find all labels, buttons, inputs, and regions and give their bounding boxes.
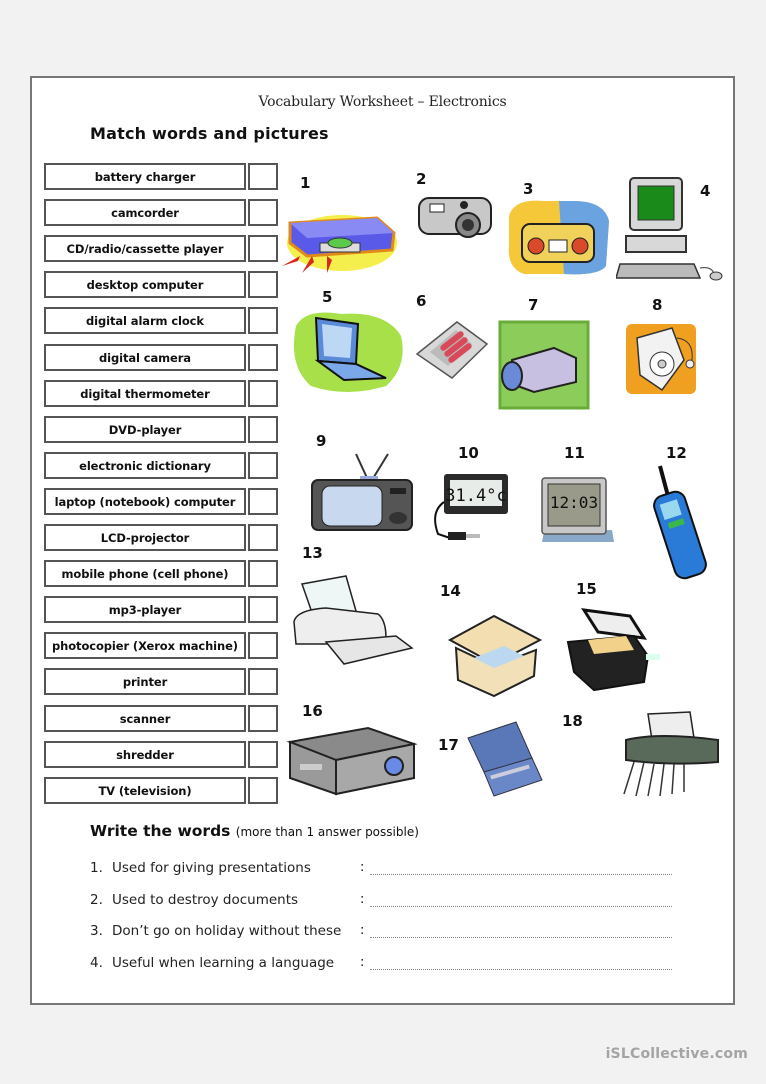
dvd-player-icon bbox=[282, 215, 397, 273]
answer-line[interactable] bbox=[370, 905, 672, 907]
answer-line[interactable] bbox=[370, 968, 672, 970]
mobile-phone-icon bbox=[653, 465, 707, 580]
watermark: iSLCollective.com bbox=[605, 1046, 748, 1062]
answer-box[interactable] bbox=[248, 668, 278, 695]
word-box: TV (television) bbox=[44, 777, 246, 804]
word-box: LCD-projector bbox=[44, 524, 246, 551]
question-item: 3. Don’t go on holiday without these bbox=[90, 923, 341, 939]
question-item: 2. Used to destroy documents bbox=[90, 892, 298, 908]
digital-alarm-clock-icon: 12:03 bbox=[541, 477, 614, 542]
answer-box[interactable] bbox=[248, 777, 278, 804]
picture-number: 7 bbox=[528, 296, 539, 314]
word-box: laptop (notebook) computer bbox=[44, 488, 246, 515]
picture-number: 11 bbox=[564, 444, 585, 462]
answer-box[interactable] bbox=[248, 488, 278, 515]
clock-display: 12:03 bbox=[550, 493, 598, 512]
answer-line[interactable] bbox=[370, 937, 672, 938]
shredder-icon bbox=[623, 711, 719, 797]
write-heading-text: Write the words bbox=[90, 822, 231, 840]
word-box: shredder bbox=[44, 741, 246, 768]
question-item: 1. Used for giving presentations bbox=[90, 860, 311, 876]
answer-box[interactable] bbox=[248, 741, 278, 768]
answer-box[interactable] bbox=[248, 705, 278, 732]
word-box: electronic dictionary bbox=[44, 452, 246, 479]
printer-icon bbox=[293, 575, 414, 665]
lcd-projector-icon bbox=[286, 726, 418, 796]
question-text: Don’t go on holiday without these bbox=[112, 923, 342, 939]
digital-camera-icon bbox=[418, 197, 492, 238]
answer-box[interactable] bbox=[248, 163, 278, 190]
word-box: scanner bbox=[44, 705, 246, 732]
word-box: CD/radio/cassette player bbox=[44, 235, 246, 262]
picture-number: 10 bbox=[458, 444, 479, 462]
question-number: 3. bbox=[90, 923, 103, 939]
answer-box[interactable] bbox=[248, 380, 278, 407]
picture-number: 8 bbox=[652, 296, 663, 314]
worksheet-title: Vocabulary Worksheet – Electronics bbox=[258, 94, 507, 110]
word-box: desktop computer bbox=[44, 271, 246, 298]
picture-number: 6 bbox=[416, 292, 427, 310]
question-number: 1. bbox=[90, 860, 103, 876]
thermometer-display: 31.4°c bbox=[445, 486, 506, 506]
word-box: camcorder bbox=[44, 199, 246, 226]
question-number: 4. bbox=[90, 954, 103, 971]
tv-icon bbox=[311, 453, 413, 531]
question-number: 2. bbox=[90, 891, 103, 908]
desktop-computer-icon bbox=[616, 177, 723, 281]
word-box: mp3-player bbox=[44, 596, 246, 623]
picture-number: 12 bbox=[666, 444, 687, 462]
word-box: photocopier (Xerox machine) bbox=[44, 632, 246, 659]
answer-box[interactable] bbox=[248, 452, 278, 479]
picture-number: 15 bbox=[576, 580, 597, 598]
question-text: Used to destroy documents bbox=[112, 891, 299, 908]
camcorder-icon bbox=[498, 320, 590, 410]
answer-box[interactable] bbox=[248, 524, 278, 551]
write-heading: Write the words (more than 1 answer poss… bbox=[90, 822, 419, 840]
picture-number: 9 bbox=[316, 432, 327, 450]
answer-box[interactable] bbox=[248, 307, 278, 334]
photocopier-icon bbox=[566, 608, 660, 692]
answer-box[interactable] bbox=[248, 235, 278, 262]
answer-colon: : bbox=[360, 891, 365, 907]
picture-number: 17 bbox=[438, 736, 459, 754]
answer-colon: : bbox=[360, 954, 365, 970]
answer-line[interactable] bbox=[370, 874, 672, 875]
mp3-player-icon bbox=[626, 324, 696, 394]
answer-colon: : bbox=[360, 923, 365, 938]
match-heading: Match words and pictures bbox=[90, 124, 329, 143]
question-text: Useful when learning a language bbox=[112, 954, 335, 971]
picture-number: 2 bbox=[416, 170, 427, 188]
digital-thermometer-icon: 31.4°c bbox=[434, 474, 508, 540]
picture-number: 14 bbox=[440, 582, 461, 600]
write-heading-note: (more than 1 answer possible) bbox=[235, 825, 419, 839]
word-box: digital alarm clock bbox=[44, 307, 246, 334]
question-text: Used for giving presentations bbox=[112, 860, 311, 876]
word-box: digital camera bbox=[44, 344, 246, 371]
cd-radio-cassette-icon bbox=[508, 200, 609, 275]
word-box: battery charger bbox=[44, 163, 246, 190]
word-box: digital thermometer bbox=[44, 380, 246, 407]
word-box: printer bbox=[44, 668, 246, 695]
question-item: 4. Useful when learning a language bbox=[90, 955, 334, 971]
answer-colon: : bbox=[360, 860, 365, 875]
picture-number: 5 bbox=[322, 288, 333, 306]
answer-box[interactable] bbox=[248, 416, 278, 443]
picture-number: 13 bbox=[302, 544, 323, 562]
answer-box[interactable] bbox=[248, 560, 278, 587]
scanner-icon bbox=[447, 614, 543, 698]
picture-number: 18 bbox=[562, 712, 583, 730]
word-box: DVD-player bbox=[44, 416, 246, 443]
answer-box[interactable] bbox=[248, 271, 278, 298]
battery-charger-icon bbox=[415, 321, 489, 379]
answer-box[interactable] bbox=[248, 596, 278, 623]
answer-box[interactable] bbox=[248, 344, 278, 371]
answer-box[interactable] bbox=[248, 632, 278, 659]
laptop-icon bbox=[293, 312, 403, 392]
picture-number: 16 bbox=[302, 702, 323, 720]
electronic-dictionary-icon bbox=[467, 721, 543, 797]
answer-box[interactable] bbox=[248, 199, 278, 226]
worksheet-page: Vocabulary Worksheet – Electronics Match… bbox=[30, 76, 735, 1005]
word-box: mobile phone (cell phone) bbox=[44, 560, 246, 587]
